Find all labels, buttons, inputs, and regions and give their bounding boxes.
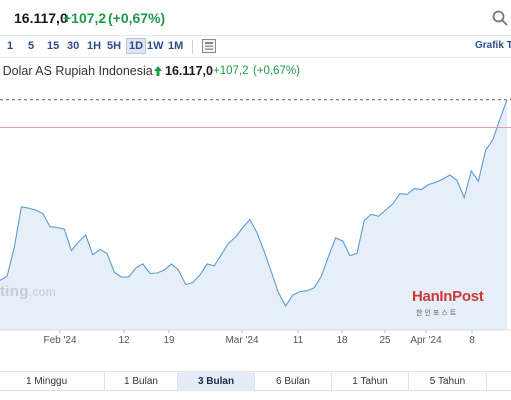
x-tick-label: 11 bbox=[293, 335, 304, 346]
range-1-bulan[interactable]: 1 Bulan bbox=[105, 372, 178, 391]
logo-main: HanInPost bbox=[412, 288, 484, 305]
last-price: 16.117,0 bbox=[14, 10, 68, 26]
x-tick-label: Feb '24 bbox=[43, 335, 76, 346]
x-tick-label: 19 bbox=[163, 335, 175, 346]
chart-title-change-percent: (+0,67%) bbox=[253, 65, 300, 77]
timeframe-1m[interactable]: 1M bbox=[168, 40, 183, 52]
range-selector: 1 Minggu 1 Bulan 3 Bulan 6 Bulan 1 Tahun… bbox=[0, 371, 511, 391]
range-1-tahun[interactable]: 1 Tahun bbox=[332, 372, 409, 391]
range-5-tahun[interactable]: 5 Tahun bbox=[409, 372, 487, 391]
timeframe-5h[interactable]: 5H bbox=[107, 40, 121, 52]
investing-watermark: ting.com bbox=[0, 283, 56, 300]
up-arrow-icon bbox=[154, 66, 162, 76]
x-tick-label: Mar '24 bbox=[225, 335, 258, 346]
instrument-name: r Dolar AS Rupiah Indonesia bbox=[0, 64, 153, 78]
watermark-brand: ting bbox=[0, 283, 29, 300]
x-tick-label: 25 bbox=[379, 335, 391, 346]
timeframe-1w[interactable]: 1W bbox=[147, 40, 164, 52]
range-1-minggu[interactable]: 1 Minggu bbox=[0, 372, 105, 391]
logo-sub: 한인포스트 bbox=[416, 310, 459, 317]
timeframe-1h[interactable]: 1H bbox=[87, 40, 101, 52]
watermark-suffix: .com bbox=[28, 285, 56, 299]
chart-title-change: +107,2 bbox=[213, 65, 249, 77]
x-tick-label: 8 bbox=[469, 335, 475, 346]
range-6-bulan[interactable]: 6 Bulan bbox=[255, 372, 332, 391]
timeframe-1[interactable]: 1 bbox=[7, 40, 13, 52]
quote-header: 16.117,0 +107,2 (+0,67%) bbox=[0, 0, 511, 36]
page: 16.117,0 +107,2 (+0,67%) 1 5 15 30 1H 5H… bbox=[0, 0, 511, 400]
chart-toolbar: 1 5 15 30 1H 5H 1D 1W 1M Grafik Te bbox=[0, 36, 511, 58]
timeframe-30[interactable]: 30 bbox=[67, 40, 79, 52]
chart-title-price: 16.117,0 bbox=[165, 64, 213, 78]
x-tick-label: Apr '24 bbox=[410, 335, 442, 346]
timeframe-5[interactable]: 5 bbox=[28, 40, 34, 52]
candlestick-chart-icon[interactable] bbox=[202, 39, 216, 53]
haninpost-logo: HanInPost 한인포스트 bbox=[412, 288, 488, 322]
toolbar-divider bbox=[192, 40, 193, 54]
price-change-percent: (+0,67%) bbox=[108, 10, 166, 26]
price-change: +107,2 bbox=[63, 10, 107, 26]
timeframe-15[interactable]: 15 bbox=[47, 40, 59, 52]
range-3-bulan[interactable]: 3 Bulan bbox=[178, 372, 255, 391]
x-tick-label: 18 bbox=[336, 335, 348, 346]
search-icon[interactable] bbox=[491, 9, 509, 27]
full-chart-link[interactable]: Grafik Te bbox=[475, 40, 511, 51]
x-tick-label: 12 bbox=[118, 335, 130, 346]
timeframe-1d[interactable]: 1D bbox=[126, 38, 147, 54]
